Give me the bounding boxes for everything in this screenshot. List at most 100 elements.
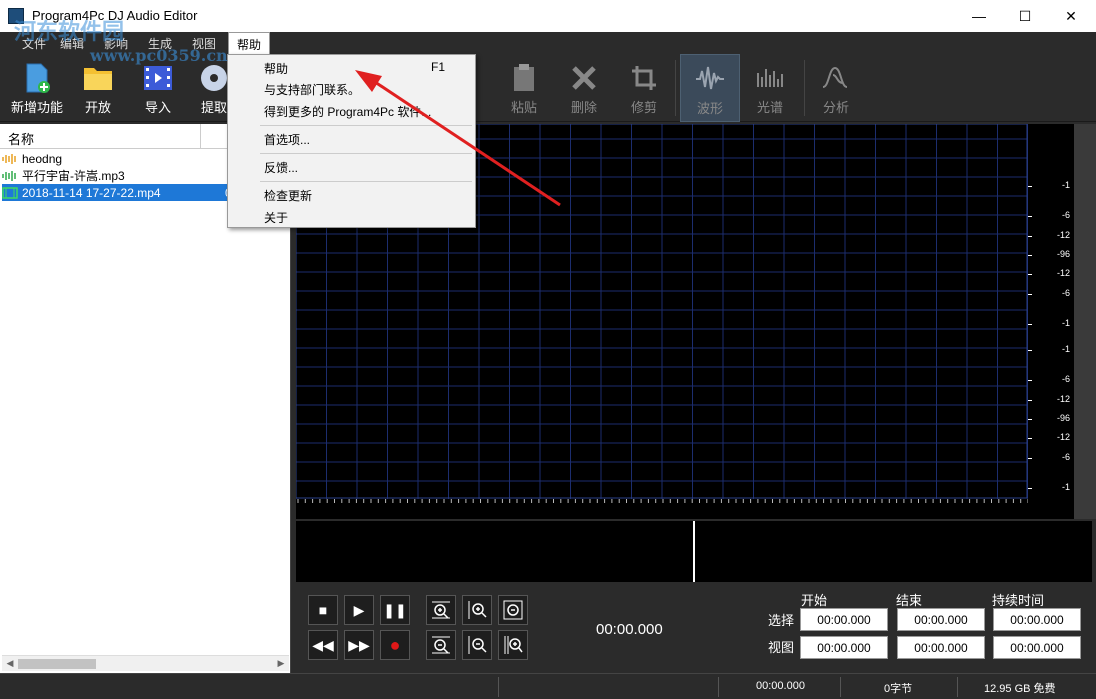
zoom-in-horizontal-button[interactable]	[426, 595, 456, 625]
db-tick	[1028, 438, 1032, 439]
menu-separator	[260, 153, 472, 154]
menu-item-about[interactable]: 关于	[229, 206, 474, 226]
status-separator	[718, 677, 719, 697]
status-time: 00:00.000	[756, 680, 805, 692]
film-icon	[142, 62, 174, 94]
selection-duration-field[interactable]: 00:00.000	[993, 608, 1081, 631]
db-label: -12	[1056, 394, 1070, 404]
play-icon: ▶	[353, 601, 365, 618]
zoom-in-vertical-icon	[468, 601, 487, 619]
db-label: -12	[1056, 432, 1070, 442]
maximize-button[interactable]: ☐	[1002, 0, 1048, 32]
trim-button[interactable]: 修剪	[624, 54, 664, 122]
extract-label: 提取	[200, 100, 227, 115]
spectrum-icon	[754, 62, 786, 94]
db-tick	[1028, 294, 1032, 295]
zoom-out-vertical-button[interactable]	[462, 630, 492, 660]
paste-label: 粘贴	[510, 100, 537, 115]
rewind-icon: ◀◀	[312, 636, 334, 653]
menu-item-check-updates[interactable]: 检查更新	[229, 184, 474, 204]
crop-icon	[628, 62, 660, 94]
toolbar-separator	[675, 60, 676, 116]
disc-icon	[198, 62, 230, 94]
menu-view[interactable]: 视图	[192, 35, 216, 52]
new-features-label: 新增功能	[10, 100, 63, 115]
pause-button[interactable]: ❚❚	[380, 595, 410, 625]
status-separator	[498, 677, 499, 697]
waveform-view-button[interactable]: 波形	[680, 54, 740, 122]
analysis-label: 分析	[822, 100, 849, 115]
import-button[interactable]: 导入	[138, 54, 178, 122]
column-divider[interactable]	[200, 124, 201, 149]
record-icon: ●	[389, 634, 401, 655]
db-tick	[1028, 255, 1032, 256]
play-button[interactable]: ▶	[344, 595, 374, 625]
scroll-left-icon[interactable]: ◀	[4, 658, 16, 669]
menu-item-more-software[interactable]: 得到更多的 Program4Pc 软件...	[229, 100, 474, 120]
status-bar: 00:00.000 0字节 12.95 GB 免费	[0, 673, 1096, 699]
menu-edit[interactable]: 编辑	[60, 35, 84, 52]
db-label: -12	[1056, 230, 1070, 240]
fast-forward-icon: ▶▶	[348, 636, 370, 653]
record-button[interactable]: ●	[380, 630, 410, 660]
zoom-in-horizontal-icon	[432, 601, 450, 619]
x-delete-icon	[568, 62, 600, 94]
stop-icon: ■	[318, 602, 328, 618]
fast-forward-button[interactable]: ▶▶	[344, 630, 374, 660]
stop-button[interactable]: ■	[308, 595, 338, 625]
menu-item-contact-support[interactable]: 与支持部门联系。	[229, 78, 474, 98]
zoom-fit-button[interactable]	[498, 595, 528, 625]
menu-item-shortcut: F1	[431, 60, 446, 74]
transport-panel: ■ ▶ ❚❚ ◀◀ ▶▶ ● 00:00.000 开始 结束 持续时间 选择 视…	[296, 583, 1096, 673]
menu-effects[interactable]: 影响	[104, 35, 128, 52]
new-features-button[interactable]: 新增功能	[6, 54, 68, 122]
menu-generate[interactable]: 生成	[148, 35, 172, 52]
zoom-out-horizontal-button[interactable]	[426, 630, 456, 660]
rewind-button[interactable]: ◀◀	[308, 630, 338, 660]
overview-track[interactable]	[296, 521, 1092, 582]
db-label: -96	[1056, 413, 1070, 423]
row-view-label: 视图	[768, 640, 795, 655]
menu-item-help[interactable]: 帮助 F1	[229, 57, 474, 77]
menu-help[interactable]: 帮助	[228, 32, 271, 54]
delete-button[interactable]: 删除	[564, 54, 604, 122]
spectrum-view-button[interactable]: 光谱	[748, 54, 792, 122]
db-scale: -1 -6 -12 -96 -12 -6 -1 -1 -6 -12 -96 -12 -6 -1	[1028, 124, 1074, 499]
playhead-cursor[interactable]	[693, 521, 695, 582]
horizontal-scrollbar[interactable]: ◀ ▶	[2, 655, 289, 671]
analysis-button[interactable]: 分析	[816, 54, 856, 122]
vertical-scrollbar[interactable]	[1074, 124, 1096, 519]
db-tick	[1028, 324, 1032, 325]
view-duration-field[interactable]: 00:00.000	[993, 636, 1081, 659]
db-tick	[1028, 186, 1032, 187]
view-end-field[interactable]: 00:00.000	[897, 636, 985, 659]
help-dropdown-menu: 帮助 F1 与支持部门联系。 得到更多的 Program4Pc 软件... 首选…	[227, 54, 476, 228]
column-header-name[interactable]: 名称	[8, 129, 34, 148]
minimize-button[interactable]: —	[956, 0, 1002, 32]
menu-item-label: 与支持部门联系。	[264, 83, 361, 97]
scrollbar-thumb[interactable]	[18, 659, 96, 669]
db-label: -6	[1061, 374, 1070, 384]
db-label: -1	[1061, 344, 1070, 354]
selection-end-field[interactable]: 00:00.000	[897, 608, 985, 631]
view-start-field[interactable]: 00:00.000	[800, 636, 888, 659]
db-label: -12	[1056, 268, 1070, 278]
paste-button[interactable]: 粘贴	[504, 54, 544, 122]
selection-start-field[interactable]: 00:00.000	[800, 608, 888, 631]
zoom-in-vertical-button[interactable]	[462, 595, 492, 625]
waveform-icon	[694, 63, 726, 95]
zoom-out-vertical-icon	[468, 636, 487, 654]
zoom-selection-button[interactable]	[498, 630, 528, 660]
title-bar: Program4Pc DJ Audio Editor — ☐ ✕	[0, 0, 1096, 32]
menu-file[interactable]: 文件	[22, 35, 46, 52]
menu-item-feedback[interactable]: 反馈...	[229, 156, 474, 176]
spectrum-label: 光谱	[756, 100, 783, 115]
close-button[interactable]: ✕	[1048, 0, 1094, 32]
open-button[interactable]: 开放	[78, 54, 118, 122]
scroll-right-icon[interactable]: ▶	[275, 658, 287, 669]
menu-item-preferences[interactable]: 首选项...	[229, 128, 474, 148]
db-tick	[1028, 400, 1032, 401]
zoom-fit-icon	[503, 600, 523, 620]
db-tick	[1028, 274, 1032, 275]
file-name: 2018-11-14 17-27-22.mp4	[22, 185, 161, 200]
